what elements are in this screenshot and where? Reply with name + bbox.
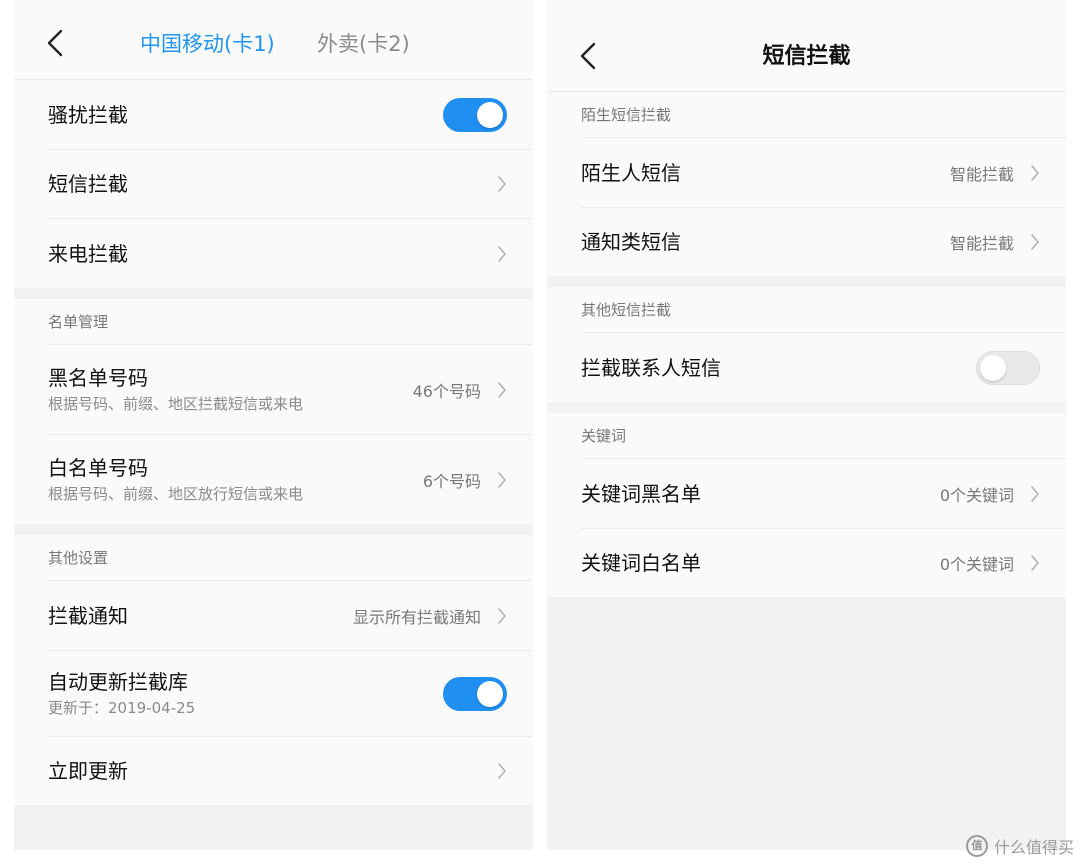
list-management-section: 名单管理 黑名单号码 根据号码、前缀、地区拦截短信或来电 46个号码 白名单号码… — [14, 299, 533, 524]
other-settings-section: 其他设置 拦截通知 显示所有拦截通知 自动更新拦截库 更新于：2019-04-2… — [14, 535, 533, 805]
row-subtitle: 根据号码、前缀、地区放行短信或来电 — [48, 485, 304, 503]
section-header: 关键词 — [581, 427, 627, 445]
watermark: 值 什么值得买 — [965, 834, 1074, 858]
contact-sms-block-toggle[interactable] — [976, 350, 1040, 385]
top-bar: 中国移动(卡1) 外卖(卡2) — [14, 0, 533, 80]
last-update-date: 更新于：2019-04-25 — [48, 699, 196, 717]
row-title: 陌生人短信 — [581, 160, 681, 185]
section-header: 陌生短信拦截 — [581, 106, 672, 124]
row-title: 关键词白名单 — [581, 551, 701, 575]
tab-sim1[interactable]: 中国移动(卡1) — [140, 30, 275, 58]
auto-update-row[interactable]: 自动更新拦截库 更新于：2019-04-25 — [48, 650, 533, 736]
chevron-right-icon — [497, 607, 507, 625]
stranger-sms-row[interactable]: 陌生人短信 智能拦截 — [581, 137, 1066, 207]
row-title: 通知类短信 — [581, 230, 681, 254]
toggle-knob — [980, 354, 1006, 381]
interception-section: 骚扰拦截 短信拦截 来电拦截 — [14, 80, 533, 288]
toggle-knob — [477, 101, 503, 128]
page-title: 短信拦截 — [762, 44, 851, 69]
section-gap — [547, 402, 1066, 413]
contact-sms-block-row[interactable]: 拦截联系人短信 — [581, 332, 1066, 402]
notification-mode: 显示所有拦截通知 — [352, 607, 481, 627]
keyword-blacklist-count: 0个关键词 — [939, 485, 1014, 505]
section-gap — [14, 524, 533, 535]
notification-sms-mode: 智能拦截 — [949, 234, 1014, 253]
blacklist-count: 46个号码 — [412, 381, 481, 401]
tab-sim2[interactable]: 外卖(卡2) — [317, 30, 410, 58]
stranger-sms-section: 陌生短信拦截 陌生人短信 智能拦截 通知类短信 智能拦截 — [547, 92, 1066, 276]
row-title: 拦截通知 — [48, 603, 128, 628]
toggle-knob — [477, 680, 503, 707]
keyword-blacklist-row[interactable]: 关键词黑名单 0个关键词 — [581, 458, 1066, 528]
section-header: 名单管理 — [48, 313, 109, 331]
chevron-right-icon — [1030, 554, 1040, 572]
row-title: 骚扰拦截 — [48, 102, 128, 127]
keyword-whitelist-count: 0个关键词 — [939, 555, 1014, 574]
row-title: 短信拦截 — [48, 172, 128, 196]
other-sms-section: 其他短信拦截 拦截联系人短信 — [547, 287, 1066, 402]
chevron-right-icon — [497, 245, 507, 263]
harassment-block-toggle[interactable] — [443, 97, 507, 132]
chevron-right-icon — [1030, 164, 1040, 182]
keywords-section: 关键词 关键词黑名单 0个关键词 关键词白名单 0个关键词 — [547, 413, 1066, 597]
block-notification-row[interactable]: 拦截通知 显示所有拦截通知 — [48, 580, 533, 650]
chevron-right-icon — [1030, 233, 1040, 251]
sms-block-panel: 短信拦截 陌生短信拦截 陌生人短信 智能拦截 通知类短信 智能拦截 其他短信拦截… — [547, 0, 1066, 850]
row-title: 拦截联系人短信 — [581, 355, 721, 380]
stranger-sms-mode: 智能拦截 — [949, 164, 1014, 184]
auto-update-toggle[interactable] — [443, 676, 507, 711]
row-title: 自动更新拦截库 — [48, 670, 188, 694]
chevron-right-icon — [497, 381, 507, 399]
section-header: 其他设置 — [48, 549, 109, 567]
row-title: 立即更新 — [48, 759, 128, 783]
call-block-row[interactable]: 来电拦截 — [48, 218, 533, 288]
harassment-block-row[interactable]: 骚扰拦截 — [48, 80, 533, 149]
row-title: 来电拦截 — [48, 241, 128, 266]
notification-sms-row[interactable]: 通知类短信 智能拦截 — [581, 207, 1066, 276]
whitelist-count: 6个号码 — [422, 471, 481, 491]
whitelist-row[interactable]: 白名单号码 根据号码、前缀、地区放行短信或来电 6个号码 — [48, 434, 533, 524]
top-bar: 短信拦截 — [547, 0, 1066, 92]
chevron-right-icon — [497, 175, 507, 193]
section-gap — [14, 288, 533, 299]
keyword-whitelist-row[interactable]: 关键词白名单 0个关键词 — [581, 528, 1066, 597]
update-now-row[interactable]: 立即更新 — [48, 736, 533, 805]
back-chevron-icon[interactable] — [44, 28, 68, 58]
blacklist-row[interactable]: 黑名单号码 根据号码、前缀、地区拦截短信或来电 46个号码 — [48, 344, 533, 434]
section-header: 其他短信拦截 — [581, 301, 672, 319]
row-title: 关键词黑名单 — [581, 481, 701, 506]
row-subtitle: 根据号码、前缀、地区拦截短信或来电 — [48, 395, 304, 413]
harassment-settings-panel: 中国移动(卡1) 外卖(卡2) 骚扰拦截 短信拦截 来电拦截 名单管理 黑名单号… — [14, 0, 533, 850]
chevron-right-icon — [497, 762, 507, 780]
watermark-text: 什么值得买 — [993, 838, 1074, 857]
section-gap — [547, 276, 1066, 287]
row-title: 白名单号码 — [48, 456, 148, 480]
watermark-logo-icon: 值 — [965, 835, 988, 857]
row-title: 黑名单号码 — [48, 366, 148, 390]
chevron-right-icon — [1030, 485, 1040, 503]
sms-block-row[interactable]: 短信拦截 — [48, 149, 533, 218]
chevron-right-icon — [497, 471, 507, 489]
